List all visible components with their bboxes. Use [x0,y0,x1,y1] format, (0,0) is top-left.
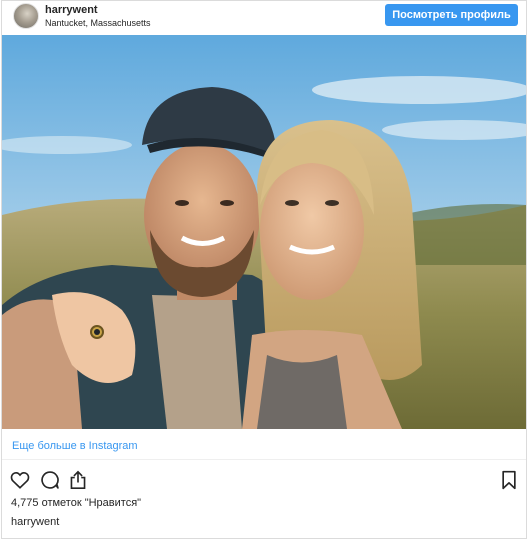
instagram-post: harrywent Nantucket, Massachusetts Посмо… [1,0,527,539]
username[interactable]: harrywent [45,4,98,16]
heart-icon[interactable] [10,471,30,494]
post-header: harrywent Nantucket, Massachusetts Посмо… [2,1,526,33]
location[interactable]: Nantucket, Massachusetts [45,18,151,28]
post-photo[interactable] [2,35,526,429]
photo-image [2,35,526,429]
caption-username[interactable]: harrywent [11,516,59,528]
likes-count[interactable]: 4,775 отметок "Нравится" [11,497,141,509]
bookmark-icon[interactable] [501,470,517,495]
more-on-instagram-link[interactable]: Еще больше в Instagram [12,440,138,452]
share-icon[interactable] [69,470,87,495]
comment-icon[interactable] [40,470,60,495]
avatar[interactable] [13,3,39,29]
divider [2,459,526,460]
view-profile-button[interactable]: Посмотреть профиль [385,4,518,26]
